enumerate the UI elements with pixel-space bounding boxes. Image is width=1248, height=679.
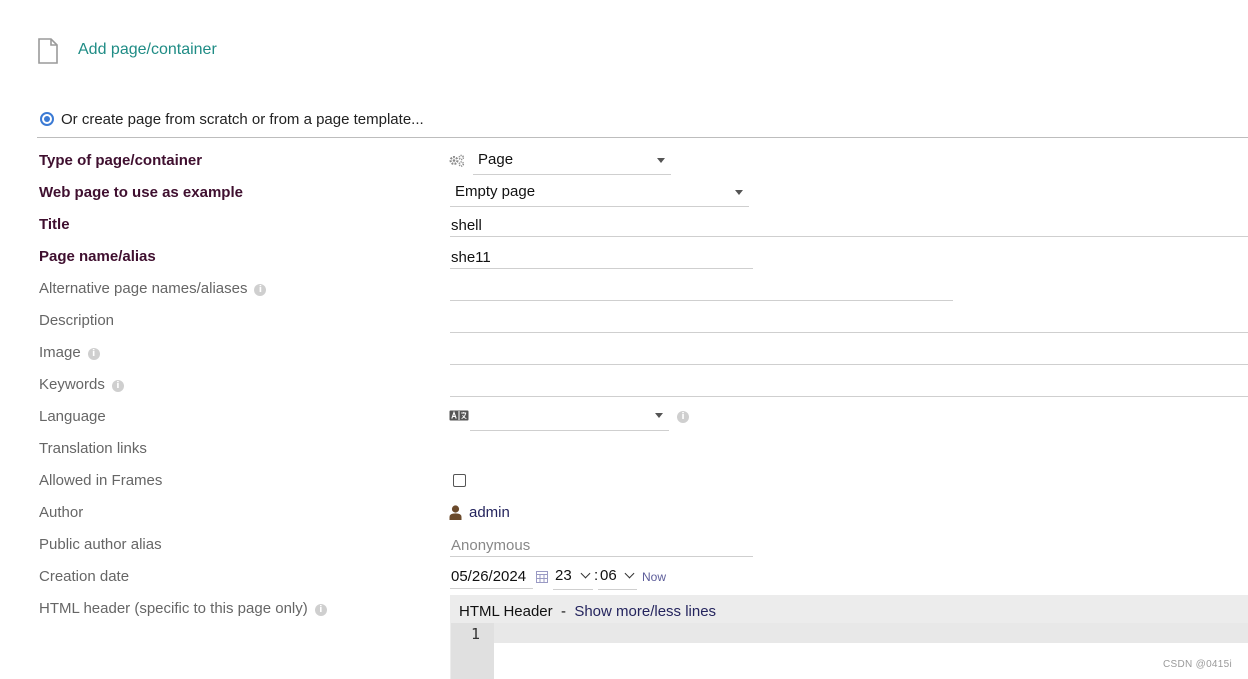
allowed-frames-label: Allowed in Frames [39,472,163,489]
editor-gutter: 1 [451,623,495,679]
chevron-down-icon [624,568,635,579]
editor-header: HTML Header - Show more/less lines [459,603,716,620]
image-label-text: Image [39,344,81,361]
hour-select[interactable]: 23 [553,566,593,590]
html-header-label-text: HTML header (specific to this page only) [39,600,308,617]
user-icon [449,505,462,520]
gears-icon [449,154,465,167]
alt-names-input[interactable] [450,278,953,301]
editor-code-area[interactable] [494,643,1248,679]
line-number: 1 [470,625,480,643]
type-select-value: Page [478,151,514,168]
calendar-icon[interactable] [536,571,548,583]
hour-value: 23 [555,567,572,584]
alt-names-label: Alternative page names/aliases i [39,280,267,297]
minute-value: 06 [600,567,617,584]
info-icon[interactable]: i [254,284,267,296]
example-select[interactable]: Empty page [450,183,749,207]
editor-separator: - [560,603,566,620]
alias-label: Page name/alias [39,248,156,265]
info-icon[interactable]: i [87,348,100,360]
image-label: Image i [39,344,100,361]
minute-select[interactable]: 06 [598,566,637,590]
language-icon [449,410,469,421]
html-header-editor: HTML Header - Show more/less lines 1 [450,595,1248,679]
image-input[interactable] [450,342,1248,365]
description-input[interactable] [450,310,1248,333]
editor-active-line[interactable] [494,623,1248,643]
watermark: CSDN @0415i [1163,659,1233,670]
type-select[interactable]: Page [473,151,671,175]
alias-input[interactable] [450,246,753,269]
title-input[interactable] [450,214,1248,237]
now-link[interactable]: Now [642,570,666,584]
add-page-link[interactable]: Add page/container [78,41,217,59]
keywords-label: Keywords i [39,376,124,393]
title-label: Title [39,216,70,233]
creation-date-input[interactable] [450,565,533,589]
html-header-label: HTML header (specific to this page only)… [39,600,327,617]
author-link[interactable]: admin [469,504,510,521]
chevron-down-icon [655,413,663,418]
info-icon[interactable]: i [314,604,327,616]
creation-date-label: Creation date [39,568,130,585]
keywords-input[interactable] [450,374,1248,397]
description-label: Description [39,312,115,329]
chevron-down-icon [580,568,591,579]
show-more-less-link[interactable]: Show more/less lines [574,603,716,620]
type-label: Type of page/container [39,152,203,169]
alt-names-label-text: Alternative page names/aliases [39,280,248,297]
example-label: Web page to use as example [39,184,243,201]
example-select-value: Empty page [455,183,536,200]
public-alias-label: Public author alias [39,536,162,553]
chevron-down-icon [735,190,743,195]
section-divider [37,137,1248,138]
create-from-scratch-label[interactable]: Or create page from scratch or from a pa… [61,111,424,128]
allowed-frames-checkbox[interactable] [453,474,466,487]
translation-links-label: Translation links [39,440,147,457]
author-label: Author [39,504,84,521]
language-select[interactable] [470,406,669,431]
file-icon [38,38,58,64]
editor-title: HTML Header [459,603,553,620]
chevron-down-icon [657,158,665,163]
create-from-scratch-radio[interactable] [40,112,54,126]
public-alias-input[interactable] [450,534,753,557]
language-label: Language [39,408,106,425]
info-icon[interactable]: i [677,411,689,423]
keywords-label-text: Keywords [39,376,105,393]
info-icon[interactable]: i [111,380,124,392]
